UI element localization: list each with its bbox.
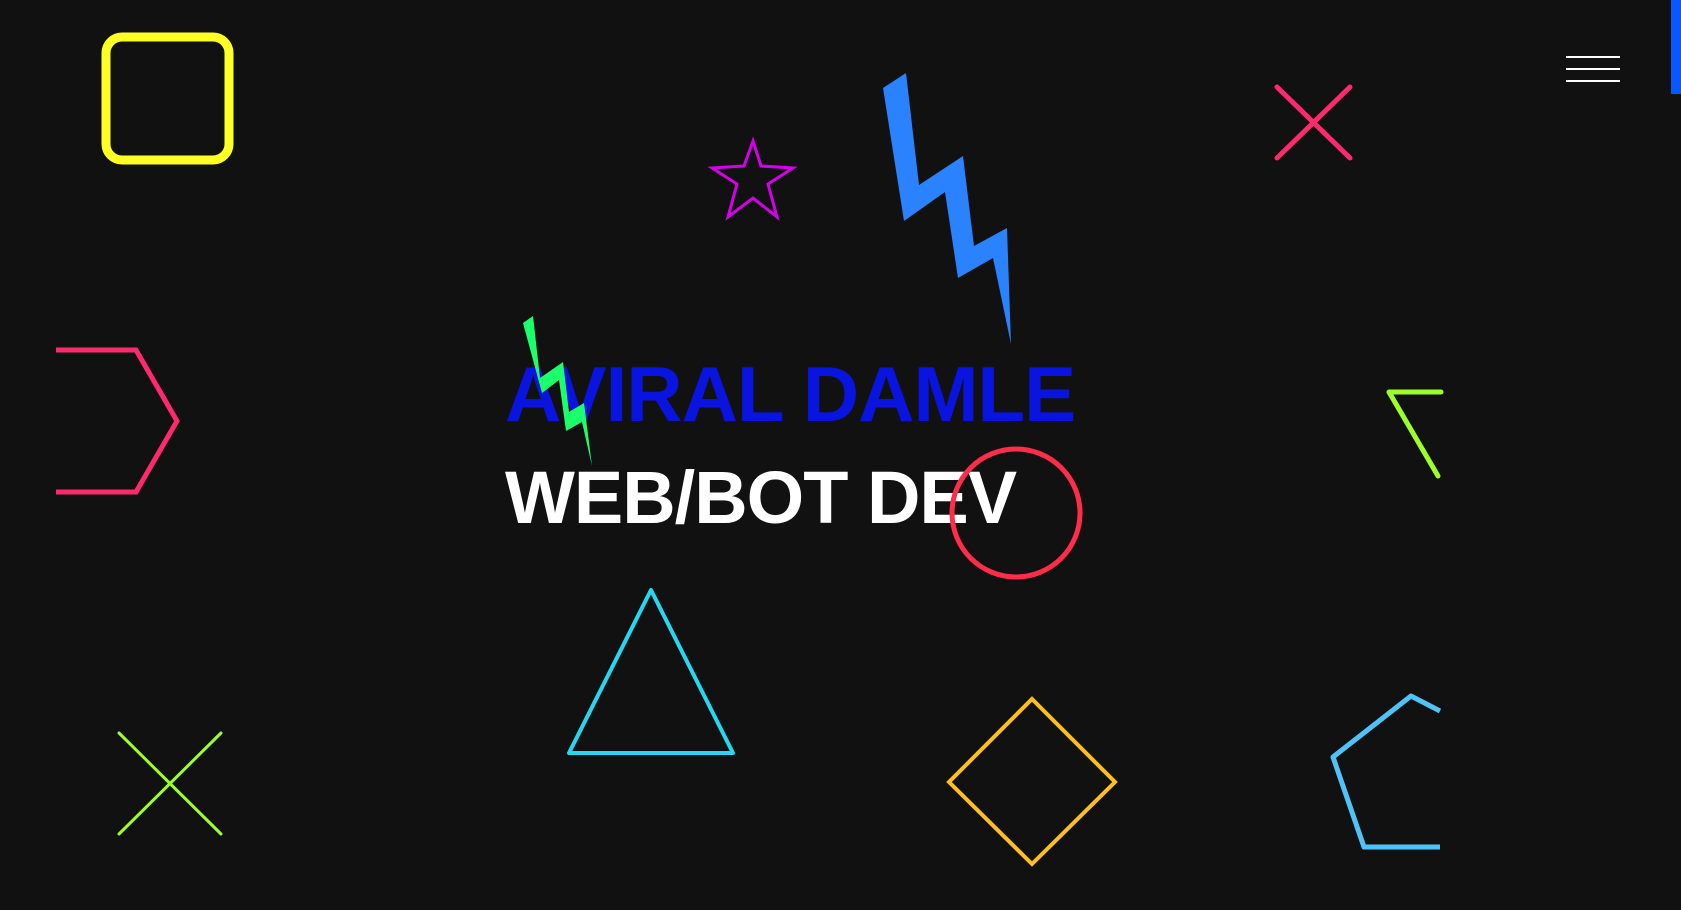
edge-accent-bar xyxy=(1671,0,1681,94)
hero-heading: AVIRAL DAMLE WEB/BOT DEV xyxy=(505,350,1076,539)
cross-icon xyxy=(1274,84,1353,161)
hero-role: WEB/BOT DEV xyxy=(505,456,1017,539)
partial-triangle-icon xyxy=(1386,389,1444,479)
rounded-square-icon xyxy=(101,32,234,165)
diamond-icon xyxy=(946,696,1118,867)
star-icon xyxy=(707,136,798,222)
hexagon-icon xyxy=(56,347,180,495)
triangle-icon xyxy=(567,588,735,755)
lightning-bolt-icon xyxy=(883,73,1011,344)
hamburger-menu-button[interactable] xyxy=(1560,50,1626,88)
hero-name: AVIRAL DAMLE xyxy=(505,350,1076,438)
cross-small-icon xyxy=(117,731,223,836)
pentagon-icon xyxy=(1330,693,1442,850)
hero-page: AVIRAL DAMLE WEB/BOT DEV xyxy=(0,0,1681,910)
